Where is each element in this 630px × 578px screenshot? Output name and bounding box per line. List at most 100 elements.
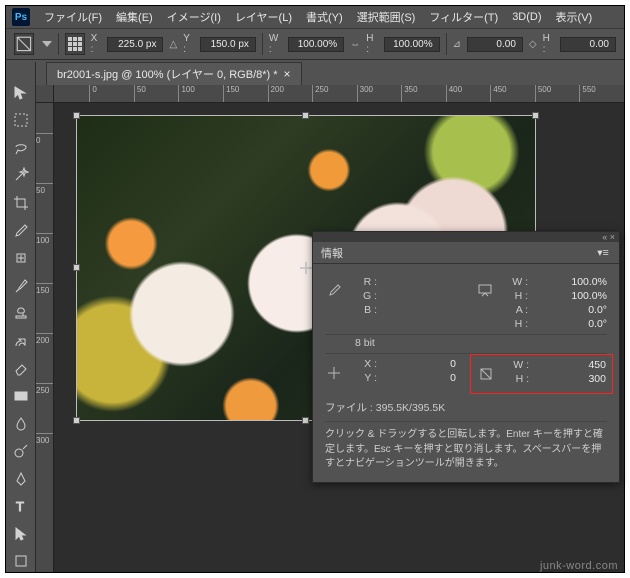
watermark: junk-word.com <box>540 560 618 572</box>
app-logo: Ps <box>12 8 30 26</box>
marquee-tool-icon[interactable] <box>10 110 32 132</box>
panel-header-bar[interactable]: « × <box>313 232 619 242</box>
menu-filter[interactable]: フィルター(T) <box>429 9 498 25</box>
eyedropper-icon <box>325 276 343 306</box>
angle-icon: ⊿ <box>453 39 461 50</box>
label: W : <box>503 359 529 371</box>
info-hint-text: クリック & ドラッグすると回転します。Enter キーを押すと確定します。Es… <box>325 422 607 472</box>
info-tab-label[interactable]: 情報 <box>321 245 343 261</box>
heal-tool-icon[interactable] <box>10 247 32 269</box>
value: 0.0° <box>536 304 607 316</box>
label: H : <box>503 373 529 385</box>
file-value: 395.5K/395.5K <box>376 402 445 414</box>
eraser-tool-icon[interactable] <box>10 358 32 380</box>
value: 0.0° <box>536 318 607 330</box>
link-icon[interactable]: ⇔ <box>350 39 360 50</box>
menu-edit[interactable]: 編集(E) <box>116 9 153 25</box>
photoshop-window: Ps ファイル(F) 編集(E) イメージ(I) レイヤー(L) 書式(Y) 選… <box>5 5 625 573</box>
tool-preset-dropdown-icon[interactable] <box>42 41 52 47</box>
file-label: ファイル : <box>325 402 373 414</box>
svg-text:T: T <box>16 499 24 514</box>
label: H : <box>502 290 528 302</box>
ruler-vertical[interactable]: 0 50 100 150 200 250 300 <box>36 103 54 572</box>
value: 100.0% <box>536 290 607 302</box>
close-tab-icon[interactable]: × <box>284 67 291 81</box>
crosshair-icon <box>325 358 343 388</box>
document-tab[interactable]: br2001-s.jpg @ 100% (レイヤー 0, RGB/8*) * × <box>46 62 302 85</box>
menu-3d[interactable]: 3D(D) <box>512 11 541 23</box>
pen-tool-icon[interactable] <box>10 468 32 490</box>
lasso-tool-icon[interactable] <box>10 137 32 159</box>
ruler-tick: 300 <box>357 85 402 102</box>
transform-tool-icon[interactable] <box>14 33 34 55</box>
w-value-field[interactable]: 100.00% <box>288 37 344 52</box>
label: G : <box>351 290 377 302</box>
value: 0 <box>385 358 456 370</box>
ruler-horizontal[interactable]: 0 50 100 150 200 250 300 350 400 450 500… <box>54 85 624 103</box>
options-bar: X : 225.0 px △ Y : 150.0 px W : 100.00% … <box>6 28 624 60</box>
ruler-tick: 150 <box>36 283 53 333</box>
menu-type[interactable]: 書式(Y) <box>306 9 343 25</box>
ruler-corner <box>36 85 54 103</box>
ruler-tick: 400 <box>446 85 491 102</box>
info-file-size: ファイル : 395.5K/395.5K <box>325 394 607 422</box>
dimensions-icon <box>476 276 494 306</box>
ruler-tick: 200 <box>268 85 313 102</box>
shape-tool-icon[interactable] <box>10 551 32 573</box>
panel-menu-icon[interactable]: ▾≡ <box>595 247 611 259</box>
gradient-tool-icon[interactable] <box>10 385 32 407</box>
h2-value-field[interactable]: 0.00 <box>560 37 616 52</box>
info-bit-depth: 8 bit <box>325 335 607 354</box>
delta-icon[interactable]: △ <box>169 39 177 50</box>
h-value-field[interactable]: 100.00% <box>384 37 440 52</box>
label: A : <box>502 304 528 316</box>
w-label: W : <box>269 33 282 55</box>
ruler-tick: 100 <box>178 85 223 102</box>
label: R : <box>351 276 377 288</box>
separator <box>58 33 59 55</box>
info-row-bottom: X : Y : 0 0 W : H : <box>325 354 607 394</box>
menu-layer[interactable]: レイヤー(L) <box>235 9 292 25</box>
menu-view[interactable]: 表示(V) <box>556 9 593 25</box>
crop-tool-icon[interactable] <box>10 192 32 214</box>
info-row-top: R : G : B : W : <box>325 272 607 335</box>
ruler-tick: 250 <box>312 85 357 102</box>
value-height-px: 300 <box>537 373 606 385</box>
info-whah-block: W : H : A : H : 100.0% 100.0% 0.0° 0.0° <box>476 276 607 330</box>
history-brush-tool-icon[interactable] <box>10 330 32 352</box>
label: W : <box>502 276 528 288</box>
document-tab-bar: br2001-s.jpg @ 100% (レイヤー 0, RGB/8*) * × <box>36 62 624 85</box>
x-label: X : <box>91 33 102 55</box>
skew-icon: ◇ <box>529 39 537 50</box>
ruler-tick: 550 <box>579 85 624 102</box>
blur-tool-icon[interactable] <box>10 413 32 435</box>
info-wh-px-block: W : H : 450 300 <box>476 358 607 390</box>
ruler-tick: 200 <box>36 333 53 383</box>
ruler-tick: 0 <box>36 133 53 183</box>
dodge-tool-icon[interactable] <box>10 440 32 462</box>
menu-select[interactable]: 選択範囲(S) <box>357 9 416 25</box>
path-select-tool-icon[interactable] <box>10 523 32 545</box>
menu-file[interactable]: ファイル(F) <box>44 9 102 25</box>
info-xy-block: X : Y : 0 0 <box>325 358 456 390</box>
eyedropper-tool-icon[interactable] <box>10 220 32 242</box>
menu-image[interactable]: イメージ(I) <box>167 9 221 25</box>
wand-tool-icon[interactable] <box>10 165 32 187</box>
move-tool-icon[interactable] <box>10 82 32 104</box>
tool-strip: T <box>6 62 36 572</box>
document-tab-title: br2001-s.jpg @ 100% (レイヤー 0, RGB/8*) * <box>57 66 278 82</box>
type-tool-icon[interactable]: T <box>10 495 32 517</box>
stamp-tool-icon[interactable] <box>10 303 32 325</box>
ruler-tick: 350 <box>401 85 446 102</box>
x-value-field[interactable]: 225.0 px <box>107 37 163 52</box>
brush-tool-icon[interactable] <box>10 275 32 297</box>
y-value-field[interactable]: 150.0 px <box>200 37 256 52</box>
value: 100.0% <box>536 276 607 288</box>
h-label: H : <box>366 33 377 55</box>
separator <box>262 33 263 55</box>
ruler-tick: 150 <box>223 85 268 102</box>
reference-point-icon[interactable] <box>65 33 85 55</box>
info-panel[interactable]: « × 情報 ▾≡ R : G : B : <box>312 231 620 483</box>
panel-collapse-icon[interactable]: « × <box>602 232 615 242</box>
angle-value-field[interactable]: 0.00 <box>467 37 523 52</box>
